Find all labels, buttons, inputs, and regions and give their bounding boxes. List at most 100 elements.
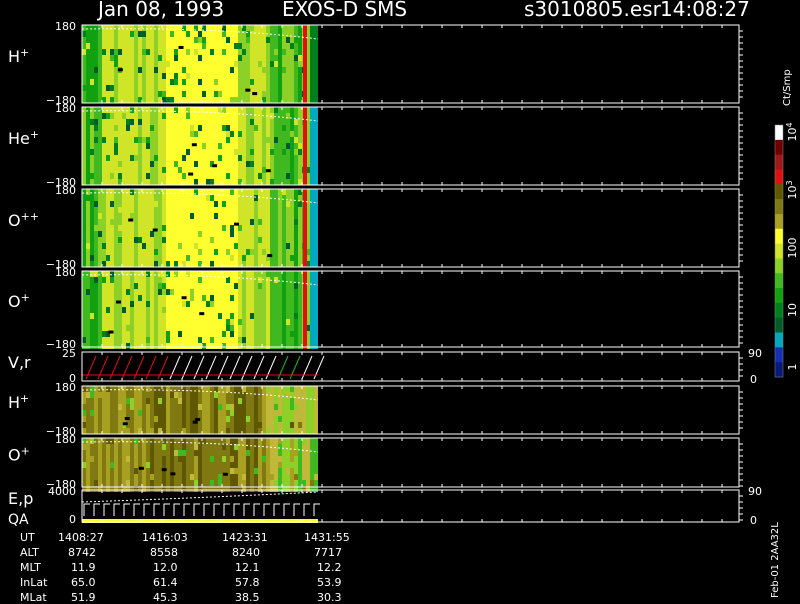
spectrogram-cell	[90, 428, 94, 434]
data-gap-mark	[222, 472, 228, 476]
spectrogram-cell	[202, 173, 206, 179]
spectrogram-cell	[254, 337, 258, 343]
spectrogram-cell	[130, 167, 134, 173]
spectrogram-cell	[194, 113, 198, 119]
spectrogram-cell	[174, 207, 178, 213]
spectrogram-cell	[286, 301, 290, 307]
spectrogram-cell	[142, 131, 146, 137]
spectrogram-cell	[146, 213, 150, 219]
spectrogram-cell	[110, 179, 114, 185]
spectrogram-cell	[282, 416, 286, 422]
spectrogram-cell	[242, 255, 246, 261]
spectrogram-cell	[190, 480, 194, 486]
spectrogram-cell	[102, 161, 106, 167]
spectrogram-cell	[218, 283, 222, 289]
spectrogram-cell	[82, 107, 86, 113]
spectrogram-cell	[142, 79, 146, 85]
cyan-column-cell	[310, 271, 318, 277]
spectrogram-cell	[298, 55, 302, 61]
spectrogram-cell	[178, 37, 182, 43]
spectrogram-cell	[98, 337, 102, 343]
spectrogram-cell	[134, 386, 138, 392]
spectrogram-cell	[206, 416, 210, 422]
spectrogram-cell	[102, 398, 106, 404]
spectrogram-cell	[102, 289, 106, 295]
spectrogram-cell	[114, 73, 118, 79]
spectrogram-cell	[86, 25, 90, 31]
spectrogram-cell	[102, 301, 106, 307]
spectrogram-cell	[130, 125, 134, 131]
spectrogram-cell	[102, 49, 106, 55]
spectrogram-cell	[102, 331, 106, 337]
spectrogram-cell	[178, 219, 182, 225]
spectrogram-cell	[222, 155, 226, 161]
spectrogram-cell	[106, 107, 110, 113]
spectrogram-cell	[82, 255, 86, 261]
spectrogram-cell	[262, 255, 266, 261]
spectrogram-cell	[278, 79, 282, 85]
spectrogram-cell	[282, 410, 286, 416]
spectrogram-cell	[118, 428, 122, 434]
spectrogram-cell	[162, 319, 166, 325]
spectrogram-cell	[94, 255, 98, 261]
spectrogram-cell	[118, 237, 122, 243]
energy-envelope	[81, 491, 319, 503]
spectrogram-cell	[178, 325, 182, 331]
spectrogram-cell	[254, 416, 258, 422]
spectrogram-cell	[298, 456, 302, 462]
spectrogram-cell	[90, 231, 94, 237]
cyan-column-cell	[310, 195, 318, 201]
spectrogram-cell	[130, 271, 134, 277]
spectrogram-cell	[118, 307, 122, 313]
spectrogram-cell	[86, 107, 90, 113]
spectrogram-cell	[214, 167, 218, 173]
spectrogram-cell	[250, 189, 254, 195]
spectrogram-cell	[242, 213, 246, 219]
spectrogram-cell	[242, 43, 246, 49]
spectrogram-cell	[150, 295, 154, 301]
footer-alt-3: 8240	[232, 546, 260, 559]
spectrogram-cell	[158, 319, 162, 325]
spectrogram-cell	[210, 49, 214, 55]
spectrogram-cell	[194, 398, 198, 404]
spectrogram-cell	[290, 149, 294, 155]
spectrogram-cell	[154, 79, 158, 85]
right-axis-top-label: 90	[748, 347, 762, 360]
spectrogram-cell	[146, 313, 150, 319]
spectrogram-cell	[178, 125, 182, 131]
spectrogram-cell	[130, 131, 134, 137]
spectrogram-cell	[190, 195, 194, 201]
spectrogram-cell	[106, 91, 110, 97]
spectrogram-cell	[182, 462, 186, 468]
spectrogram-cell	[190, 73, 194, 79]
spectrogram-cell	[98, 97, 102, 103]
spectrogram-cell	[206, 113, 210, 119]
spectrogram-cell	[278, 301, 282, 307]
spectrogram-cell	[286, 231, 290, 237]
spectrogram-cell	[242, 480, 246, 486]
spectrogram-cell	[142, 179, 146, 185]
spectrogram-cell	[138, 450, 142, 456]
spectrogram-cell	[306, 438, 310, 444]
spectrogram-cell	[178, 195, 182, 201]
spectrogram-cell	[86, 468, 90, 474]
spectrogram-cell	[282, 313, 286, 319]
spectrogram-cell	[94, 189, 98, 195]
spectrogram-cell	[198, 392, 202, 398]
spectrogram-cell	[242, 325, 246, 331]
spectrogram-cell	[262, 283, 266, 289]
spectrogram-cell	[302, 474, 306, 480]
spectrogram-cell	[238, 131, 242, 137]
spectrogram-cell	[222, 480, 226, 486]
spectrogram-cell	[258, 283, 262, 289]
spectrogram-cell	[102, 207, 106, 213]
spectrogram-cell	[166, 225, 170, 231]
spectrogram-cell	[274, 125, 278, 131]
spectrogram-cell	[158, 444, 162, 450]
cyan-column-cell	[310, 107, 318, 113]
spectrogram-cell	[190, 301, 194, 307]
spectrogram-cell	[230, 37, 234, 43]
spectrogram-cell	[286, 73, 290, 79]
spectrogram-cell	[290, 249, 294, 255]
spectrogram-cell	[126, 301, 130, 307]
